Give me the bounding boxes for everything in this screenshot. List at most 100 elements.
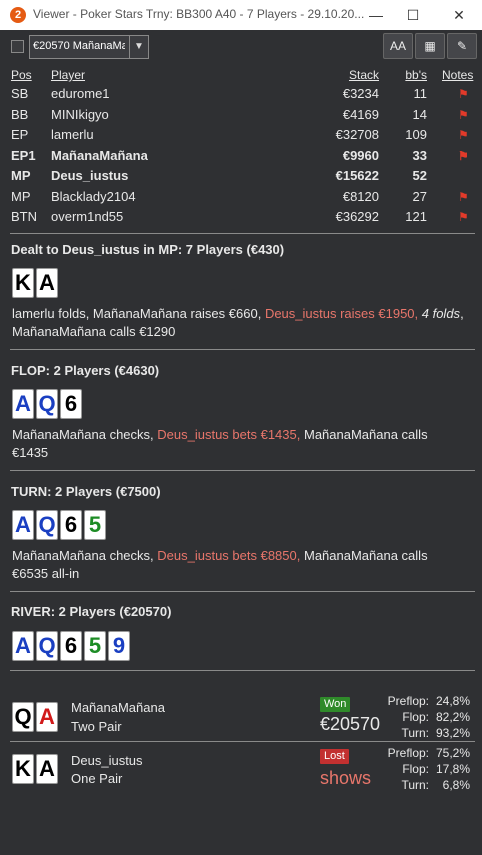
row-pos: MP <box>11 168 31 183</box>
hand-select[interactable]: €20570 MañanaMa ▼ <box>29 35 149 59</box>
playing-card: 6 <box>60 510 82 540</box>
hand-select-value: €20570 MañanaMa <box>33 40 125 52</box>
result-player: MañanaMañana <box>71 700 165 715</box>
pokerstars-icon: 2 <box>10 7 26 23</box>
result-cards: KA <box>12 754 60 784</box>
playing-card: A <box>36 702 58 732</box>
flop-heading: FLOP: 2 Players (€4630) <box>11 363 160 378</box>
window-titlebar: 2 Viewer - Poker Stars Trny: BB300 A40 -… <box>0 0 482 30</box>
river-cards: AQ659 <box>12 631 132 661</box>
equity-flop: 82,2% <box>435 710 470 724</box>
playing-card: A <box>36 268 58 298</box>
equity-turn: 6,8% <box>442 778 470 792</box>
header-stack[interactable]: Stack <box>349 68 379 82</box>
status-badge: Won <box>320 697 351 712</box>
row-bbs: 121 <box>405 209 427 224</box>
row-player: edurome1 <box>51 86 110 101</box>
row-player: overm1nd55 <box>51 209 124 224</box>
maximize-button[interactable]: ☐ <box>398 4 428 26</box>
table-row[interactable]: BTN overm1nd55 €36292 121 ⚑ <box>0 207 482 227</box>
playing-card: A <box>12 389 34 419</box>
flag-icon[interactable]: ⚑ <box>458 210 469 224</box>
row-player: lamerlu <box>51 127 94 142</box>
river-heading: RIVER: 2 Players (€20570) <box>11 604 172 619</box>
equity-flop-label: Flop: <box>402 710 429 724</box>
grid-icon[interactable]: ▦ <box>415 33 445 59</box>
preflop-heading: Dealt to Deus_iustus in MP: 7 Players (€… <box>11 242 285 257</box>
row-stack: €32708 <box>335 127 379 142</box>
table-row[interactable]: MP Blacklady2104 €8120 27 ⚑ <box>0 187 482 207</box>
edit-icon[interactable]: ✎ <box>447 33 477 59</box>
equity-turn: 93,2% <box>435 726 470 740</box>
row-stack: €15622 <box>335 168 379 183</box>
divider <box>10 670 475 671</box>
playing-card: A <box>12 631 34 661</box>
minimize-button[interactable]: — <box>361 4 391 26</box>
row-pos: BB <box>11 106 29 122</box>
playing-card: 6 <box>60 631 82 661</box>
equity-preflop: 24,8% <box>435 694 470 708</box>
playing-card: 6 <box>60 389 82 419</box>
header-bbs[interactable]: bb's <box>405 68 427 82</box>
header-pos[interactable]: Pos <box>11 68 32 82</box>
equity-preflop: 75,2% <box>435 746 470 760</box>
table-row[interactable]: MP Deus_iustus €15622 52 <box>0 166 482 186</box>
playing-card: Q <box>36 510 58 540</box>
chevron-down-icon[interactable]: ▼ <box>129 36 148 58</box>
equity-turn-label: Turn: <box>401 778 429 792</box>
turn-heading: TURN: 2 Players (€7500) <box>11 484 161 499</box>
result-amount: shows <box>320 768 372 788</box>
window-title: Viewer - Poker Stars Trny: BB300 A40 - 7… <box>33 7 365 21</box>
header-notes[interactable]: Notes <box>442 68 473 82</box>
playing-card: A <box>12 510 34 540</box>
row-player: Deus_iustus <box>51 168 129 183</box>
equity-flop-label: Flop: <box>402 762 429 776</box>
row-bbs: 27 <box>412 188 427 204</box>
table-row[interactable]: EP lamerlu €32708 109 ⚑ <box>0 125 482 145</box>
playing-card: A <box>36 754 58 784</box>
table-row[interactable]: EP1 MañanaMañana €9960 33 ⚑ <box>0 146 482 166</box>
row-pos: BTN <box>11 209 37 224</box>
flop-cards: AQ6 <box>12 389 84 419</box>
flag-icon[interactable]: ⚑ <box>458 149 469 163</box>
flag-icon[interactable]: ⚑ <box>458 190 469 204</box>
playing-card: 5 <box>84 631 106 661</box>
row-pos: MP <box>11 188 31 204</box>
turn-cards: AQ65 <box>12 510 108 540</box>
equity-turn-label: Turn: <box>401 726 429 740</box>
row-pos: EP1 <box>11 147 36 163</box>
table-row[interactable]: SB edurome1 €3234 11 ⚑ <box>0 84 482 104</box>
row-bbs: 109 <box>405 127 427 142</box>
row-pos: EP <box>11 127 29 142</box>
row-stack: €3234 <box>342 86 379 101</box>
divider <box>10 349 475 350</box>
row-stack: €9960 <box>342 147 379 163</box>
close-button[interactable]: ✕ <box>444 4 474 26</box>
flop-actions: MañanaMañana checks, Deus_iustus bets €1… <box>12 427 428 460</box>
row-player: MINIkigyo <box>51 106 109 122</box>
row-player: MañanaMañana <box>51 147 148 163</box>
row-stack: €4169 <box>342 106 379 122</box>
divider <box>10 741 475 742</box>
divider <box>10 470 475 471</box>
playing-card: K <box>12 268 34 298</box>
equity-preflop-label: Preflop: <box>387 694 429 708</box>
font-size-button[interactable]: AA <box>383 33 413 59</box>
row-player: Blacklady2104 <box>51 188 136 204</box>
playing-card: Q <box>12 702 34 732</box>
playing-card: K <box>12 754 34 784</box>
divider <box>10 233 475 234</box>
row-bbs: 33 <box>412 147 427 163</box>
select-checkbox[interactable] <box>11 40 24 53</box>
row-stack: €36292 <box>335 209 379 224</box>
table-row[interactable]: BB MINIkigyo €4169 14 ⚑ <box>0 105 482 125</box>
playing-card: Q <box>36 631 58 661</box>
result-cards: QA <box>12 702 60 732</box>
flag-icon[interactable]: ⚑ <box>458 108 469 122</box>
flag-icon[interactable]: ⚑ <box>458 87 469 101</box>
playing-card: Q <box>36 389 58 419</box>
header-player[interactable]: Player <box>51 68 85 82</box>
flag-icon[interactable]: ⚑ <box>458 128 469 142</box>
divider <box>10 591 475 592</box>
turn-actions: MañanaMañana checks, Deus_iustus bets €8… <box>12 548 428 581</box>
